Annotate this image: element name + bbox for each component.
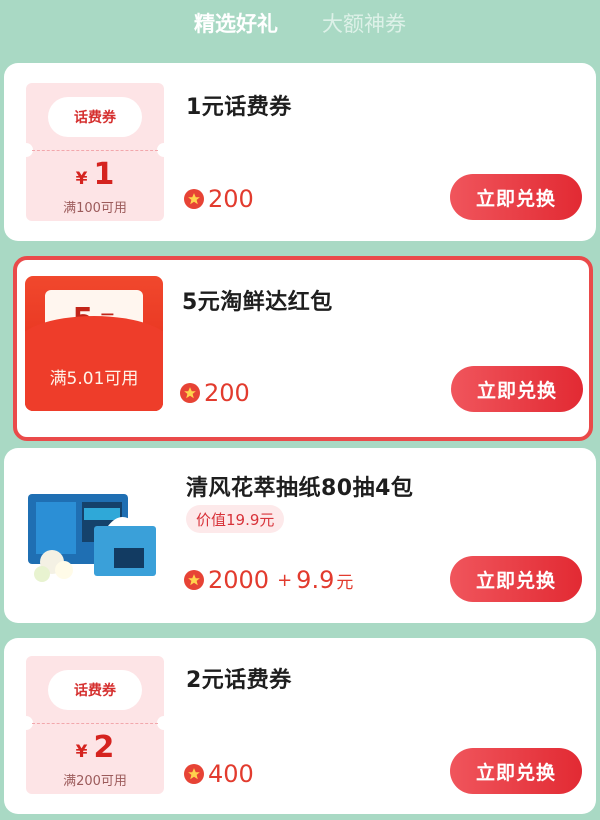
cash-value: 9.9 xyxy=(296,566,335,594)
points-value: 200 xyxy=(204,379,250,407)
gift-card: 话费券 ¥1 满100可用 1元话费券 200 立即兑换 xyxy=(4,63,596,241)
plus-sign: + xyxy=(277,569,293,591)
points-value: 400 xyxy=(208,760,254,788)
packet-condition: 满5.01可用 xyxy=(49,369,139,389)
redeem-button[interactable]: 立即兑换 xyxy=(450,748,582,794)
points-price: 200 xyxy=(184,185,254,213)
redeem-button[interactable]: 立即兑换 xyxy=(451,366,583,412)
tab-big-coupons[interactable]: 大额神券 xyxy=(322,8,406,38)
gift-title: 2元话费券 xyxy=(186,668,292,693)
points-star-icon xyxy=(184,189,204,209)
points-value: 2000 xyxy=(208,566,270,594)
gift-title: 清风花萃抽纸80抽4包 xyxy=(186,476,414,501)
coupon-badge: 话费券 xyxy=(48,97,142,137)
points-price: 400 xyxy=(184,760,254,788)
tab-selected-gifts[interactable]: 精选好礼 xyxy=(194,8,278,38)
tissue-box-icon xyxy=(24,486,164,596)
points-star-icon xyxy=(184,764,204,784)
coupon-thumbnail: 话费券 ¥2 满200可用 xyxy=(26,656,164,794)
coupon-condition: 满200可用 xyxy=(63,774,127,789)
cash-unit: 元 xyxy=(336,572,354,593)
red-packet-thumbnail: 5元 满5.01可用 xyxy=(25,276,163,411)
points-price: 200 xyxy=(180,379,250,407)
points-star-icon xyxy=(180,383,200,403)
coupon-value: ¥1 xyxy=(75,157,115,192)
points-value: 200 xyxy=(208,185,254,213)
coupon-value: ¥2 xyxy=(75,730,115,765)
redeem-button[interactable]: 立即兑换 xyxy=(450,556,582,602)
gift-card: 话费券 ¥2 满200可用 2元话费券 400 立即兑换 xyxy=(4,638,596,814)
points-star-icon xyxy=(184,570,204,590)
coupon-condition: 满100可用 xyxy=(63,201,127,216)
gift-card: 清风花萃抽纸80抽4包 价值19.9元 2000 + 9.9 元 立即兑换 xyxy=(4,448,596,623)
value-tag: 价值19.9元 xyxy=(186,505,285,533)
points-price: 2000 + 9.9 元 xyxy=(184,566,353,594)
gift-title: 5元淘鲜达红包 xyxy=(182,290,333,315)
coupon-thumbnail: 话费券 ¥1 满100可用 xyxy=(26,83,164,221)
coupon-badge: 话费券 xyxy=(48,670,142,710)
gift-title: 1元话费券 xyxy=(186,95,292,120)
redeem-button[interactable]: 立即兑换 xyxy=(450,174,582,220)
gift-card-selected: 5元 满5.01可用 5元淘鲜达红包 200 立即兑换 xyxy=(13,256,593,441)
tab-bar: 精选好礼 大额神券 xyxy=(0,0,600,45)
